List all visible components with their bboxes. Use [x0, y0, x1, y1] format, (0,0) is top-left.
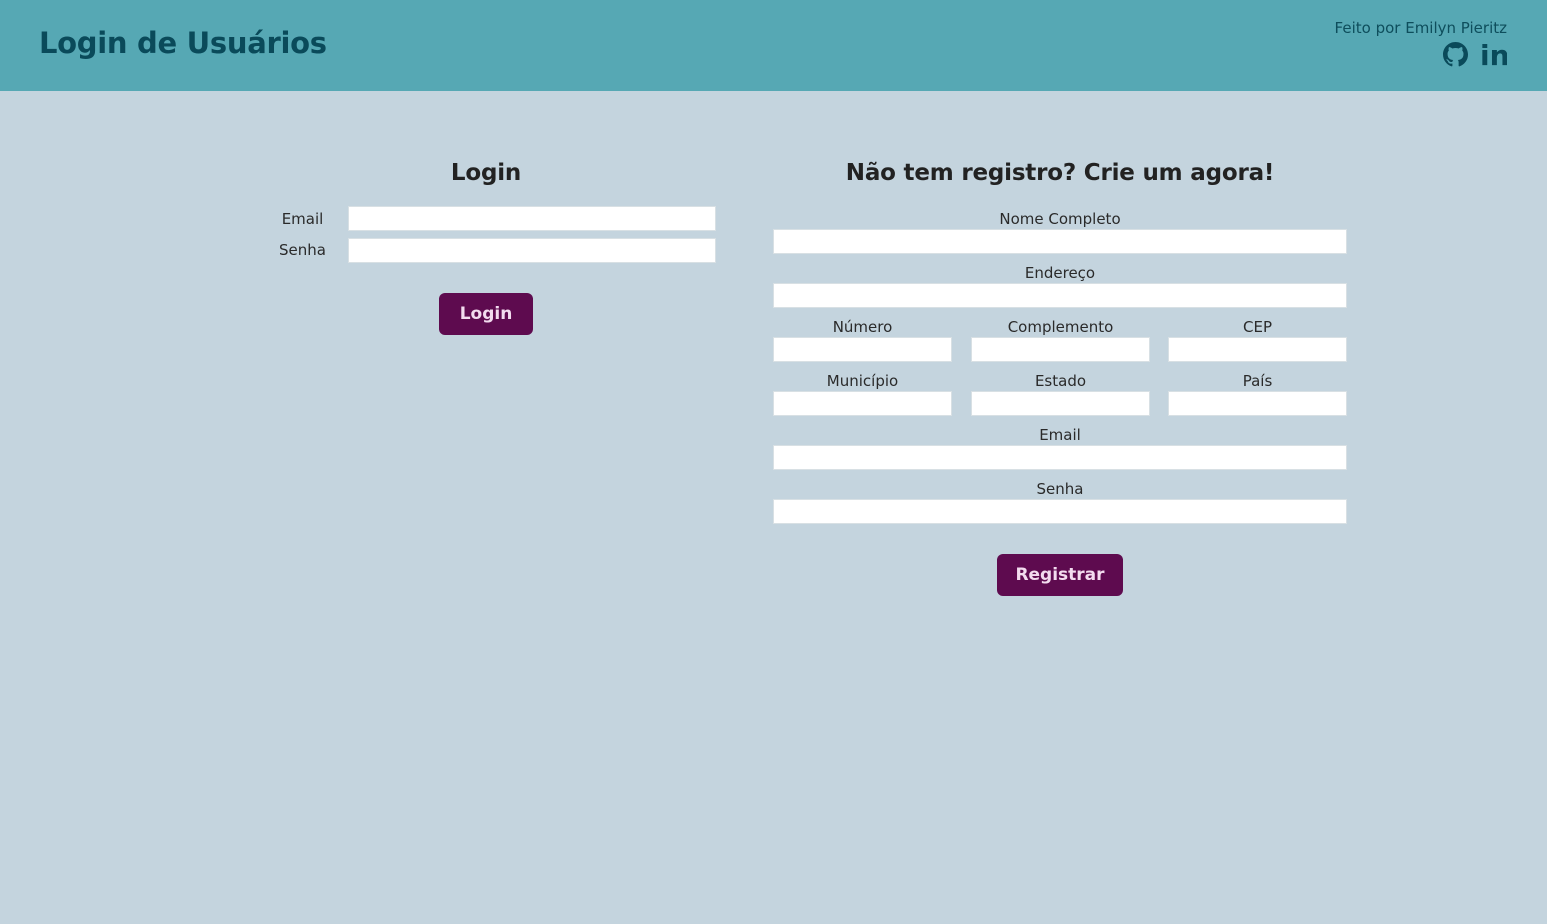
complement-input[interactable]: [971, 337, 1150, 362]
city-label: Município: [826, 372, 899, 390]
country-input[interactable]: [1168, 391, 1347, 416]
svg-text:in: in: [1480, 42, 1507, 67]
login-email-input[interactable]: [348, 206, 716, 231]
address-label: Endereço: [1024, 264, 1096, 282]
register-password-label: Senha: [1036, 480, 1084, 498]
name-input[interactable]: [773, 229, 1347, 254]
social-links: in: [1443, 42, 1507, 67]
number-label: Número: [832, 318, 893, 336]
country-label: País: [1242, 372, 1273, 390]
app-header: Login de Usuários Feito por Emilyn Pieri…: [0, 0, 1547, 91]
login-password-label: Senha: [279, 241, 326, 259]
login-email-label: Email: [281, 210, 324, 228]
author-credit: Feito por Emilyn Pieritz: [1334, 19, 1507, 37]
complement-label: Complemento: [1007, 318, 1114, 336]
register-title: Não tem registro? Crie um agora!: [845, 160, 1275, 186]
city-input[interactable]: [773, 391, 952, 416]
register-email-label: Email: [1039, 426, 1081, 444]
register-email-input[interactable]: [773, 445, 1347, 470]
login-password-input[interactable]: [348, 238, 716, 263]
cep-input[interactable]: [1168, 337, 1347, 362]
number-input[interactable]: [773, 337, 952, 362]
github-icon[interactable]: [1443, 42, 1468, 67]
login-button[interactable]: Login: [439, 293, 533, 335]
login-title: Login: [450, 160, 522, 186]
state-input[interactable]: [971, 391, 1150, 416]
address-input[interactable]: [773, 283, 1347, 308]
cep-label: CEP: [1243, 318, 1272, 336]
app-title: Login de Usuários: [39, 26, 327, 60]
state-label: Estado: [1034, 372, 1087, 390]
name-label: Nome Completo: [999, 210, 1121, 228]
linkedin-icon[interactable]: in: [1480, 42, 1507, 67]
register-button[interactable]: Registrar: [997, 554, 1123, 596]
register-password-input[interactable]: [773, 499, 1347, 524]
